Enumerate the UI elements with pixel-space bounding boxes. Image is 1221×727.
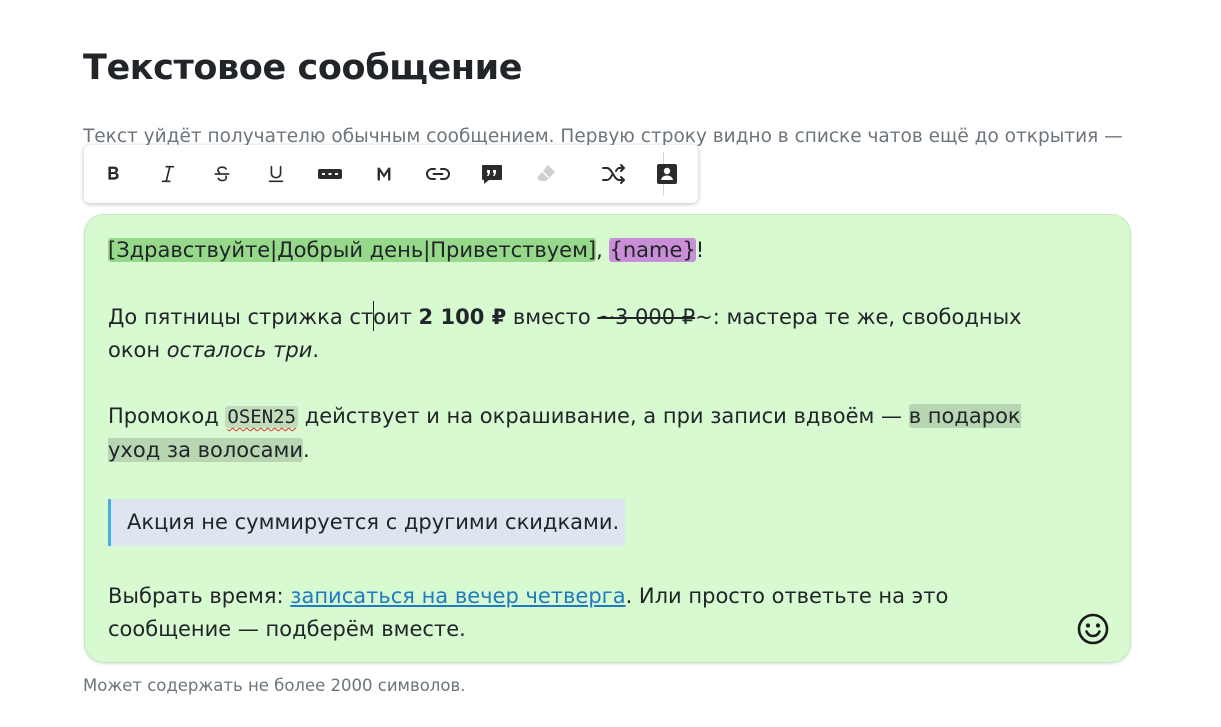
old-price: ~3 000 ₽	[597, 305, 696, 329]
strikethrough-icon[interactable]	[204, 156, 240, 192]
shuffle-icon[interactable]	[596, 156, 632, 192]
promo-paragraph: Промокод OSEN25 действует и на окрашиван…	[108, 404, 1021, 462]
blockquote: Акция не суммируется с другими скидками.	[108, 499, 625, 546]
format-toolbar	[84, 145, 698, 203]
message-editor[interactable]: [Здравствуйте|Добрый день|Приветствуем],…	[84, 214, 1131, 663]
emoji-picker-icon[interactable]	[1076, 612, 1110, 646]
underline-icon[interactable]	[258, 156, 294, 192]
spoiler-icon[interactable]	[312, 156, 348, 192]
eraser-icon[interactable]	[528, 156, 564, 192]
char-limit-note: Может содержать не более 2000 символов.	[83, 676, 466, 695]
greeting-line: [Здравствуйте|Добрый день|Приветствуем],…	[108, 238, 705, 262]
page-title: Текстовое сообщение	[83, 48, 523, 88]
greeting-variants: [Здравствуйте|Добрый день|Приветствуем]	[108, 238, 597, 262]
italic-icon[interactable]	[150, 156, 186, 192]
bold-icon[interactable]	[95, 156, 131, 192]
italic-text: осталось три	[166, 338, 313, 362]
new-price: 2 100 ₽	[418, 305, 507, 329]
link-icon[interactable]	[420, 156, 456, 192]
offer-paragraph: До пятницы стрижка стоит 2 100 ₽ вместо …	[108, 301, 1068, 367]
promo-code: OSEN25	[225, 406, 299, 428]
name-variable: {name}	[609, 238, 696, 262]
contact-card-icon[interactable]	[649, 156, 685, 192]
booking-paragraph: Выбрать время: записаться на вечер четве…	[108, 584, 949, 641]
monospace-icon[interactable]	[366, 156, 402, 192]
booking-link[interactable]: записаться на вечер четверга	[290, 584, 625, 608]
quote-icon[interactable]	[474, 156, 510, 192]
